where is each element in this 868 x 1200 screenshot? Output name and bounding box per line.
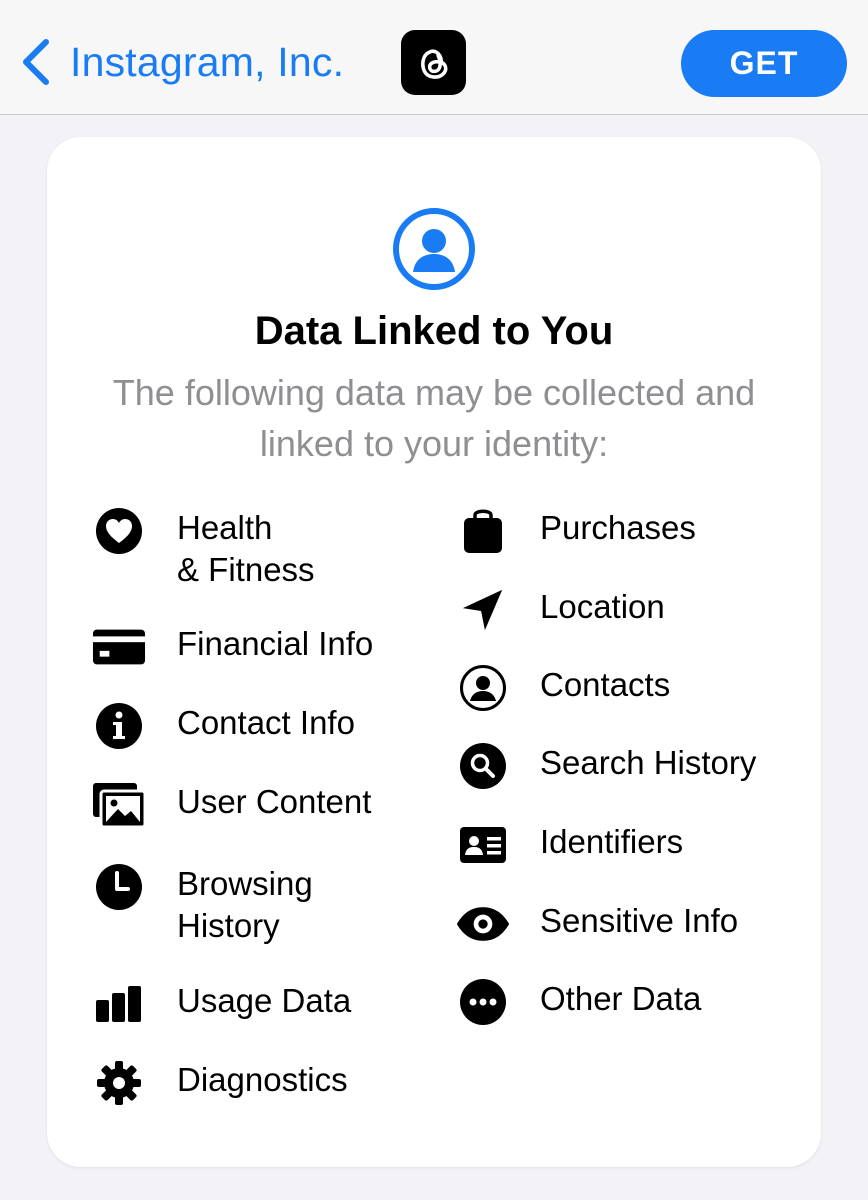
back-label: Instagram, Inc.: [70, 38, 345, 85]
heart-circle-icon: [91, 507, 147, 555]
item-label: Contact Info: [177, 704, 355, 741]
location-arrow-icon: [455, 586, 511, 634]
item-label: Location: [540, 588, 665, 625]
magnifier-circle-icon: [455, 742, 511, 790]
item-label: Diagnostics: [177, 1061, 348, 1098]
credit-card-icon: [91, 623, 147, 671]
id-card-icon: [455, 821, 511, 869]
item-label: Search History: [540, 744, 757, 781]
navigation-bar: Instagram, Inc. GET: [0, 0, 868, 115]
item-label: Sensitive Info: [540, 902, 739, 939]
item-label: Identifiers: [540, 823, 684, 860]
ellipsis-circle-icon: [455, 978, 511, 1026]
item-label: Contacts: [540, 666, 671, 703]
get-button[interactable]: GET: [681, 30, 847, 97]
eye-icon: [455, 900, 511, 948]
person-circle-icon: [393, 208, 475, 290]
card-subtitle: The following data may be collected and …: [112, 372, 756, 464]
clock-icon: [91, 863, 147, 911]
item-label: User Content: [177, 783, 372, 820]
gear-icon: [91, 1059, 147, 1107]
chevron-left-icon: [23, 39, 49, 85]
threads-app-icon[interactable]: [401, 30, 466, 95]
item-label: Financial Info: [177, 625, 374, 662]
item-label: Purchases: [540, 509, 696, 546]
card-title: Data Linked to You: [254, 309, 614, 353]
shopping-bag-icon: [455, 507, 511, 555]
item-label: Usage Data: [177, 982, 352, 1019]
person-circle-outline-icon: [455, 664, 511, 712]
privacy-card: Data Linked to You The following data ma…: [47, 137, 821, 1167]
item-label: Health & Fitness: [177, 509, 315, 588]
info-circle-icon: [91, 702, 147, 750]
back-button[interactable]: Instagram, Inc.: [18, 30, 344, 94]
photos-icon: [91, 781, 147, 829]
bar-chart-icon: [91, 980, 147, 1028]
item-label: Browsing History: [177, 865, 313, 944]
item-label: Other Data: [540, 980, 702, 1017]
